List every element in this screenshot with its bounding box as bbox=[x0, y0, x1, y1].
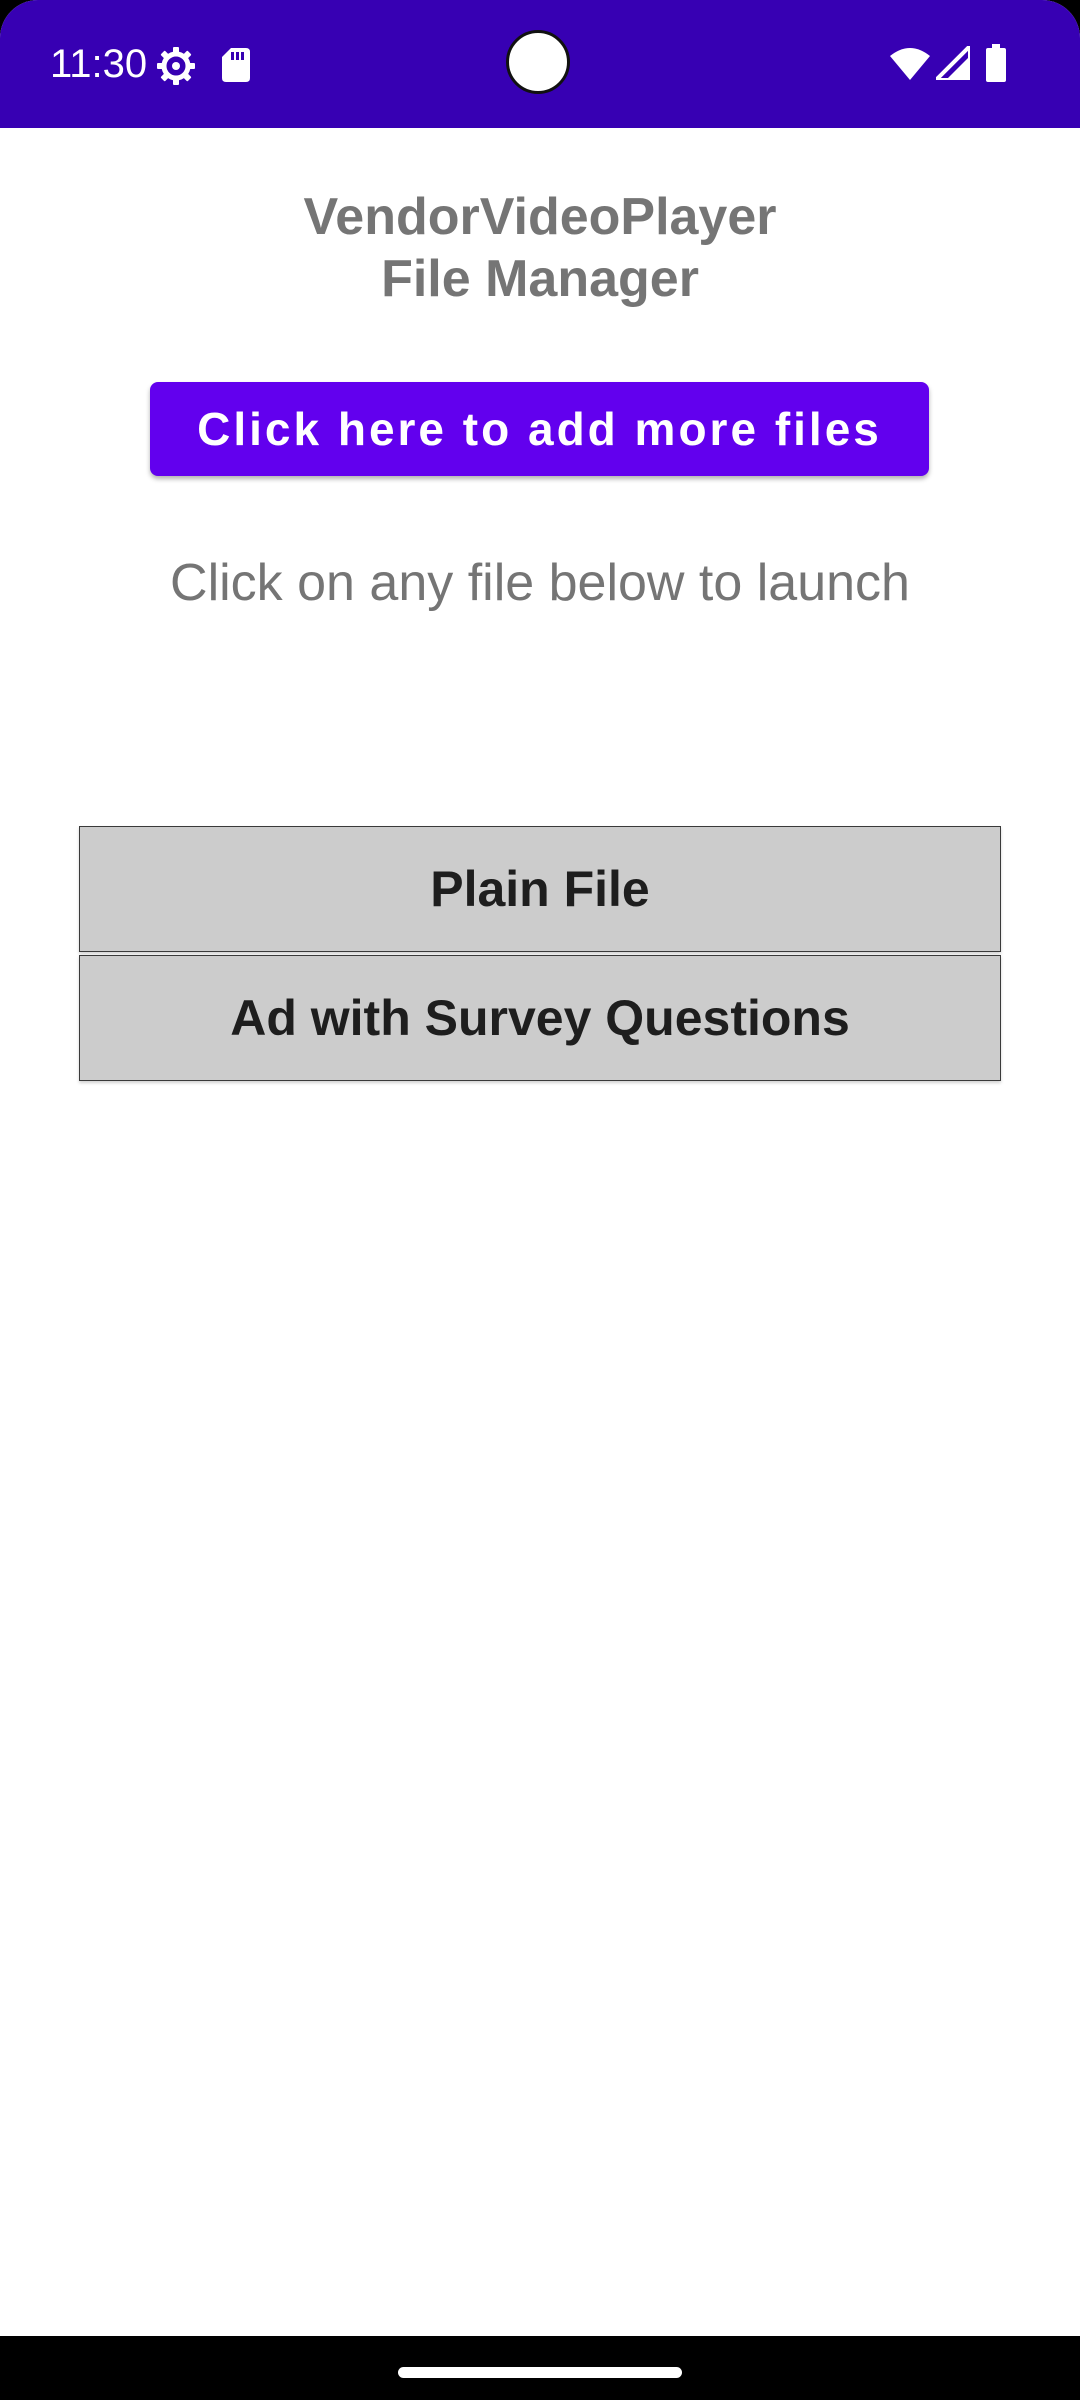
add-files-button[interactable]: Click here to add more files bbox=[150, 382, 929, 476]
camera-cutout bbox=[506, 30, 570, 94]
app-title-line-2: File Manager bbox=[381, 250, 699, 308]
settings-gear-icon bbox=[157, 47, 195, 85]
battery-icon bbox=[986, 44, 1006, 82]
home-gesture-handle[interactable] bbox=[398, 2367, 682, 2378]
cell-signal-icon bbox=[936, 46, 970, 80]
instruction-text: Click on any file below to launch bbox=[170, 554, 910, 612]
file-ad-with-survey-button[interactable]: Ad with Survey Questions bbox=[79, 955, 1001, 1081]
file-plain-file-button[interactable]: Plain File bbox=[79, 826, 1001, 952]
app-title-line-1: VendorVideoPlayer bbox=[303, 188, 777, 246]
status-bar: 11:30 bbox=[0, 0, 1080, 128]
app-title: VendorVideoPlayer File Manager bbox=[0, 186, 1080, 310]
wifi-icon bbox=[890, 48, 930, 80]
status-time: 11:30 bbox=[50, 42, 148, 86]
app-screen: 11:30 VendorVideoPlayer File Manager Cli… bbox=[0, 0, 1080, 2400]
sd-card-icon bbox=[222, 48, 250, 82]
